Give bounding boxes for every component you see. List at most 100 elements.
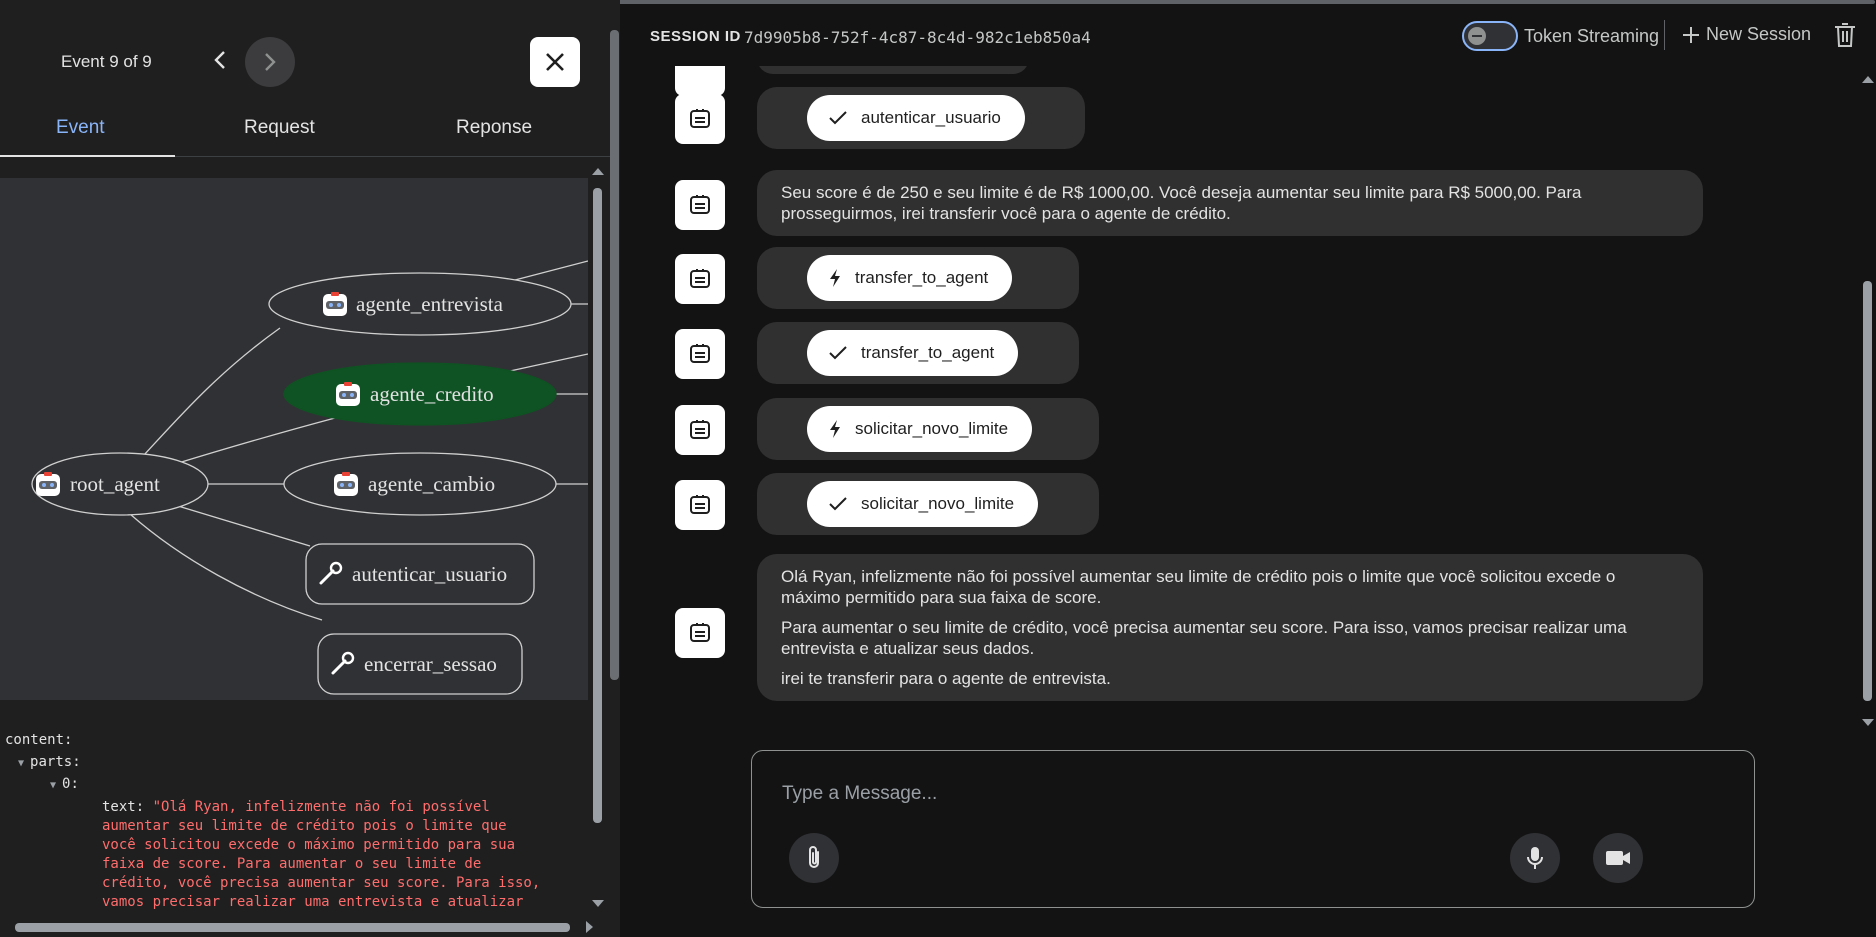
json-text-line-3: faixa de score. Para aumentar o seu limi… xyxy=(102,856,482,872)
tool-response-chip[interactable]: autenticar_usuario xyxy=(807,95,1025,141)
node-label-autenticar: autenticar_usuario xyxy=(352,562,507,586)
edge-credito-out-1 xyxy=(509,353,588,372)
message-text: Seu score é de 250 e seu limite é de R$ … xyxy=(781,183,1582,223)
tab-response[interactable]: Reponse xyxy=(456,117,532,139)
message-bubble: solicitar_novo_limite xyxy=(757,473,1099,535)
scroll-down-arrow[interactable] xyxy=(592,900,604,907)
json-parts-row[interactable]: ▼ parts: xyxy=(18,754,81,770)
paperclip-icon xyxy=(809,846,819,868)
session-id-label: SESSION ID xyxy=(650,28,741,45)
graph-scroll-thumb[interactable] xyxy=(593,188,602,823)
chat-panel: SESSION ID 7d9905b8-752f-4c87-8c4d-982c1… xyxy=(624,6,1876,937)
json-scroll-thumb[interactable] xyxy=(15,923,570,932)
active-tab-indicator xyxy=(0,155,175,157)
microphone-button[interactable] xyxy=(1510,833,1560,883)
tool-call-chip[interactable]: solicitar_novo_limite xyxy=(807,406,1033,452)
edge-root-encerrar xyxy=(129,513,323,621)
edge-root-autenticar xyxy=(177,505,311,547)
panel-vertical-scrollbar[interactable] xyxy=(609,30,620,680)
bot-icon xyxy=(690,420,710,439)
tab-request[interactable]: Request xyxy=(244,117,315,139)
bot-icon xyxy=(690,495,710,514)
token-streaming-toggle[interactable] xyxy=(1462,21,1518,51)
close-panel-button[interactable] xyxy=(530,37,580,87)
scroll-down-arrow[interactable] xyxy=(1862,719,1874,726)
panel-scroll-thumb[interactable] xyxy=(610,30,619,680)
chevron-right-icon xyxy=(265,53,276,71)
message-input[interactable] xyxy=(782,779,1682,809)
json-key-parts: parts: xyxy=(30,754,81,770)
message-bubble: transfer_to_agent xyxy=(757,247,1079,309)
event-json-tree: content: ▼ parts: ▼ 0: text: "Olá Ryan, … xyxy=(0,725,588,925)
inspector-tabs: Event Request Reponse xyxy=(0,105,610,157)
bot-avatar xyxy=(675,480,725,530)
tool-chip-label: solicitar_novo_limite xyxy=(855,419,1009,438)
message-bubble: autenticar_usuario xyxy=(757,87,1085,149)
bot-icon xyxy=(690,344,710,363)
attach-file-button[interactable] xyxy=(789,833,839,883)
bot-icon xyxy=(323,292,347,316)
tool-call-chip[interactable]: transfer_to_agent xyxy=(807,255,1013,301)
message-bubble: Seu score é de 250 e seu limite é de R$ … xyxy=(757,170,1703,236)
tab-event[interactable]: Event xyxy=(56,117,105,139)
check-icon xyxy=(829,346,847,360)
toggle-knob xyxy=(1468,27,1486,45)
bot-icon xyxy=(334,472,358,496)
json-text-line-0: "Olá Ryan, infelizmente não foi possível xyxy=(152,799,490,815)
event-inspector-panel: Event 9 of 9 Event Request Reponse root_… xyxy=(0,0,620,937)
bot-avatar xyxy=(675,66,725,96)
message-text: irei te transferir para o agente de entr… xyxy=(781,669,1111,688)
agent-graph[interactable]: root_agent agente_entrevista agente_cred… xyxy=(0,178,588,700)
json-text-line-4: crédito, você precisa aumentar seu score… xyxy=(102,875,541,891)
new-session-button[interactable]: New Session xyxy=(1682,24,1811,45)
message-bubble xyxy=(757,66,1029,74)
chevron-left-icon xyxy=(214,51,225,69)
scroll-right-arrow[interactable] xyxy=(586,921,593,933)
tool-response-chip[interactable]: transfer_to_agent xyxy=(807,330,1019,376)
caret-down-icon: ▼ xyxy=(18,758,31,769)
chat-vertical-scrollbar[interactable] xyxy=(1860,66,1876,731)
json-key-index: 0: xyxy=(62,776,79,792)
next-event-button[interactable] xyxy=(245,37,295,87)
token-streaming-label: Token Streaming xyxy=(1524,26,1660,46)
edge-entrevista-out-1 xyxy=(514,260,588,281)
message-bubble: solicitar_novo_limite xyxy=(757,398,1099,460)
check-icon xyxy=(829,111,847,125)
mic-icon xyxy=(1527,847,1543,869)
json-horizontal-scrollbar[interactable] xyxy=(0,920,600,934)
edge-root-credito xyxy=(174,417,336,465)
message-composer xyxy=(751,750,1755,908)
graph-vertical-scrollbar[interactable] xyxy=(590,168,606,908)
tool-response-chip[interactable]: solicitar_novo_limite xyxy=(807,481,1039,527)
bot-icon xyxy=(690,623,710,642)
bot-icon xyxy=(36,472,60,496)
node-label-entrevista: agente_entrevista xyxy=(356,292,504,316)
json-text-line-2: você solicitou excede o máximo permitido… xyxy=(102,837,516,853)
chat-scroll-thumb[interactable] xyxy=(1863,281,1872,701)
delete-session-button[interactable] xyxy=(1834,22,1856,53)
scroll-up-arrow[interactable] xyxy=(1862,76,1874,83)
bot-icon xyxy=(336,382,360,406)
node-label-encerrar: encerrar_sessao xyxy=(364,652,497,676)
scroll-up-arrow[interactable] xyxy=(592,168,604,175)
bot-avatar xyxy=(675,329,725,379)
check-icon xyxy=(829,497,847,511)
previous-event-button[interactable] xyxy=(200,40,240,80)
video-icon xyxy=(1606,851,1630,865)
message-bubble: Olá Ryan, infelizmente não foi possível … xyxy=(757,554,1703,701)
node-label-credito: agente_credito xyxy=(370,382,494,406)
node-label-root: root_agent xyxy=(70,472,160,496)
json-text-line-1: aumentar seu limite de crédito pois o li… xyxy=(102,818,507,834)
tool-chip-label: solicitar_novo_limite xyxy=(861,494,1015,513)
node-label-cambio: agente_cambio xyxy=(368,472,495,496)
new-session-label: New Session xyxy=(1706,24,1812,44)
agent-graph-canvas: root_agent agente_entrevista agente_cred… xyxy=(31,260,588,695)
session-bar: SESSION ID 7d9905b8-752f-4c87-8c4d-982c1… xyxy=(624,6,1876,66)
bot-avatar xyxy=(675,405,725,455)
bot-avatar xyxy=(675,254,725,304)
json-index-row[interactable]: ▼ 0: xyxy=(50,776,79,792)
video-button[interactable] xyxy=(1593,833,1643,883)
bolt-icon xyxy=(830,269,840,287)
bot-avatar xyxy=(675,180,725,230)
close-icon xyxy=(546,53,564,71)
